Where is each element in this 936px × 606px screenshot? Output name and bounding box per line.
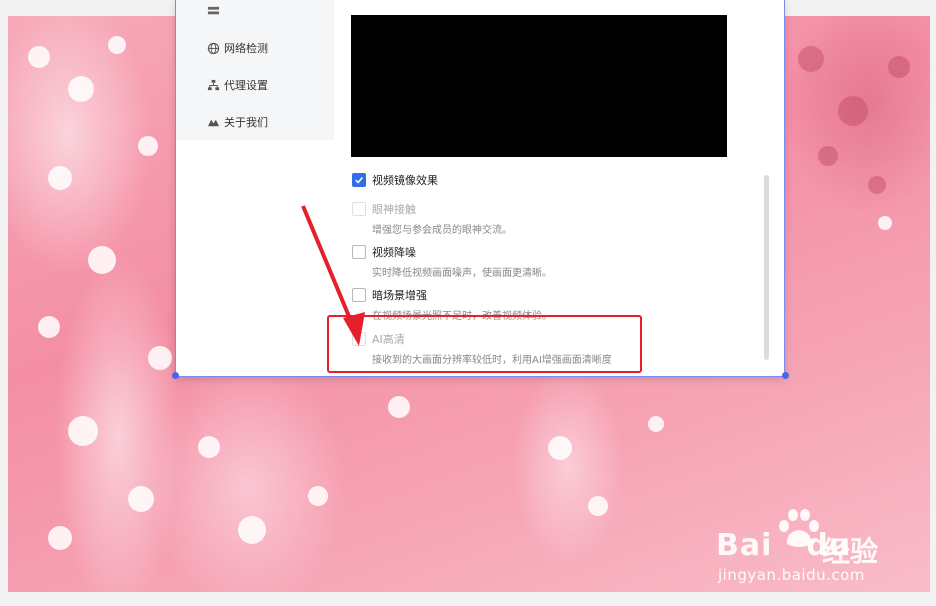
baidu-jingyan-watermark: Bai du 经验 jingyan.baidu.com [716,506,926,592]
option-title: 暗场景增强 [372,289,427,302]
blossom [38,316,60,338]
sidebar-item-top[interactable] [206,2,224,20]
blossom [108,36,126,54]
blossom [308,486,328,506]
sidebar-item-proxy-settings[interactable]: 代理设置 [206,76,268,94]
video-preview [351,15,727,157]
blossom [148,346,172,370]
blossom [28,46,50,68]
mountain-icon [206,115,220,129]
blossom-dark [838,96,868,126]
blossom-dark [798,46,824,72]
blossom [878,216,892,230]
checkbox[interactable] [352,173,366,187]
option-title: 视频镜像效果 [372,174,438,187]
watermark-brand: 经验 [822,535,879,568]
blossom-dark [818,146,838,166]
globe-icon [206,41,220,55]
check-icon [355,177,363,184]
option-description: 增强您与参会成员的眼神交流。 [372,225,512,236]
settings-sidebar: 网络检测 代理设置 关于我们 [176,0,334,140]
blossom [548,436,572,460]
option-title: 视频降噪 [372,246,416,259]
annotation-highlight-box [327,315,642,373]
sidebar-item-label: 代理设置 [224,79,268,92]
sidebar-item-about-us[interactable]: 关于我们 [206,113,268,131]
option-video-mirror[interactable]: 视频镜像效果 [352,172,438,188]
sidebar-item-label: 关于我们 [224,116,268,129]
blossom [128,486,154,512]
blossom [588,496,608,516]
blossom-dark [868,176,886,194]
network-icon [206,78,220,92]
blossom [68,76,94,102]
option-description: 实时降低视频画面噪声，使画面更清晰。 [372,268,552,279]
scrollbar[interactable] [764,175,769,360]
blossom [68,416,98,446]
option-video-denoise[interactable]: 视频降噪 实时降低视频画面噪声，使画面更清晰。 [352,244,552,279]
blossom-dark [888,56,910,78]
sidebar-item-label: 网络检测 [224,42,268,55]
watermark-url: jingyan.baidu.com [718,566,865,584]
sidebar-item-network-check[interactable]: 网络检测 [206,39,268,57]
blossom [388,396,410,418]
option-eye-contact: 眼神接触 增强您与参会成员的眼神交流。 [352,201,512,236]
blossom [198,436,220,458]
resize-handle[interactable] [172,372,179,379]
blossom [648,416,664,432]
blossom [88,246,116,274]
blossom [48,526,72,550]
menu-icon [206,4,220,18]
blossom [238,516,266,544]
option-title: 眼神接触 [372,203,416,216]
blossom [48,166,72,190]
blossom [138,136,158,156]
baidu-paw-icon [779,509,819,547]
